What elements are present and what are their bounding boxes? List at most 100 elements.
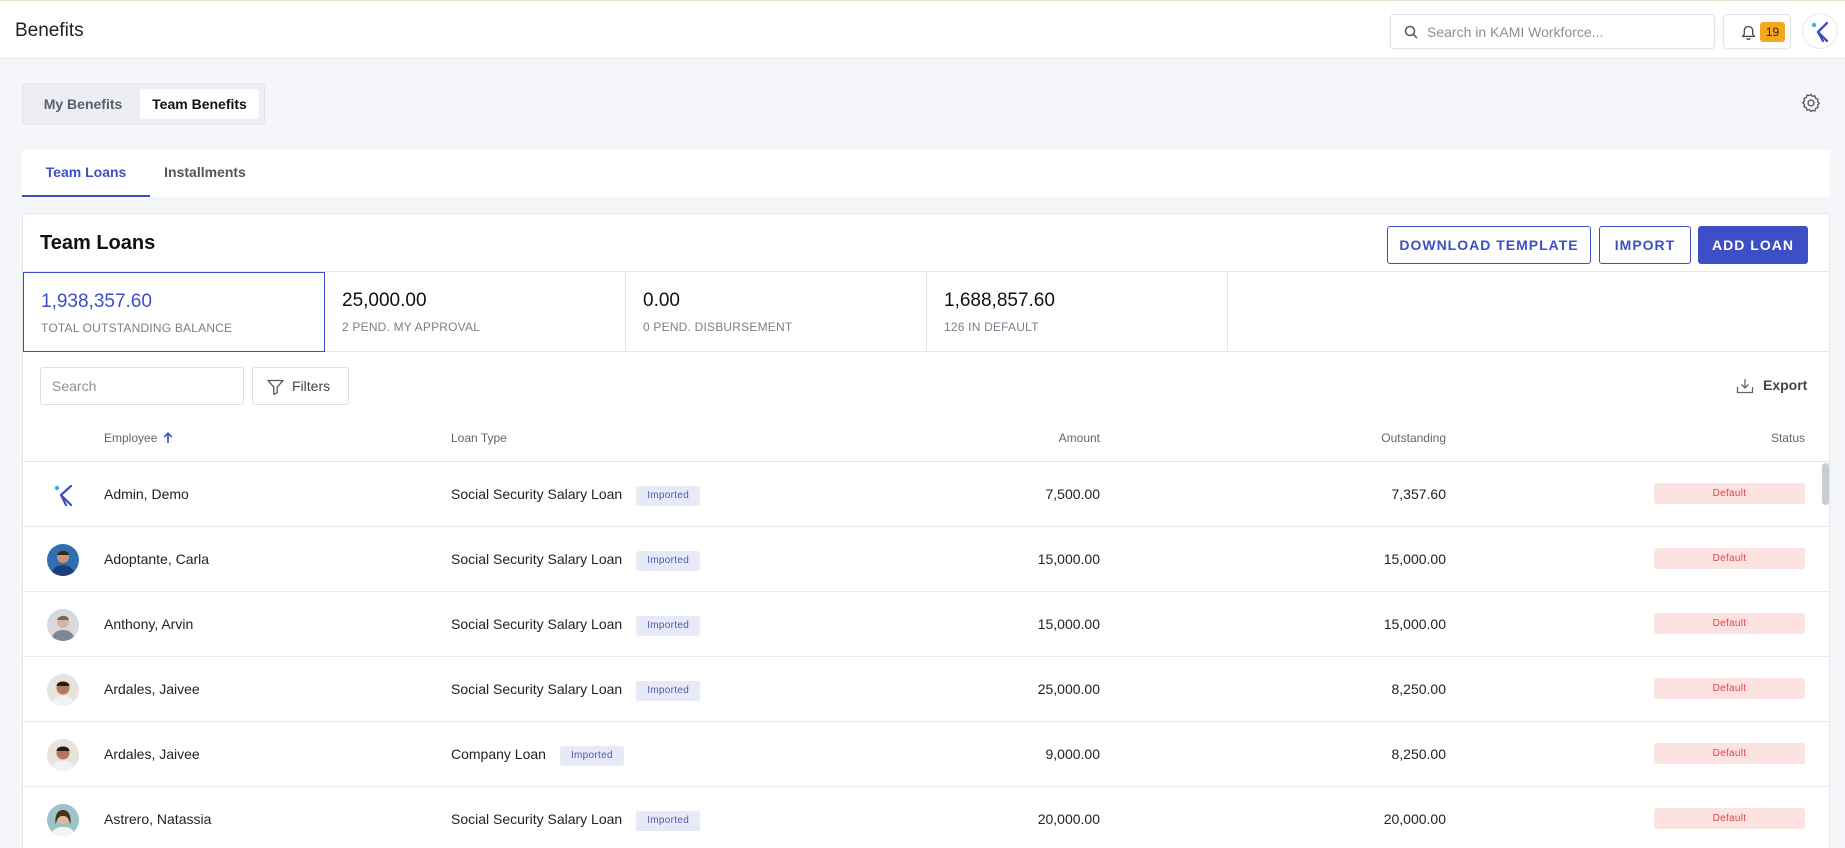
imported-tag: Imported bbox=[636, 681, 701, 701]
amount: 7,500.00 bbox=[1045, 486, 1101, 502]
amount: 25,000.00 bbox=[1037, 681, 1100, 697]
column-employee[interactable]: Employee bbox=[104, 431, 173, 445]
outstanding: 8,250.00 bbox=[1391, 681, 1447, 697]
stat-total-outstanding[interactable]: 1,938,357.60 TOTAL OUTSTANDING BALANCE bbox=[23, 272, 325, 352]
user-photo-icon bbox=[47, 544, 79, 576]
avatar bbox=[47, 479, 79, 511]
settings-button[interactable] bbox=[1800, 92, 1822, 119]
loan-type-cell: Social Security Salary Loan Imported bbox=[451, 551, 701, 571]
tab-team-loans[interactable]: Team Loans bbox=[22, 150, 150, 197]
top-bar: Benefits 19 bbox=[0, 0, 1845, 59]
filter-icon bbox=[267, 379, 284, 395]
stat-label: 0 PEND. DISBURSEMENT bbox=[643, 320, 793, 334]
imported-tag: Imported bbox=[636, 811, 701, 831]
loan-type: Social Security Salary Loan bbox=[451, 616, 623, 632]
employee-name: Anthony, Arvin bbox=[104, 616, 194, 632]
loan-type: Social Security Salary Loan bbox=[451, 551, 623, 567]
notification-count-badge: 19 bbox=[1760, 22, 1785, 42]
download-template-button[interactable]: DOWNLOAD TEMPLATE bbox=[1387, 226, 1591, 264]
user-photo-icon bbox=[47, 609, 79, 641]
table-search[interactable] bbox=[40, 367, 244, 405]
loan-type: Social Security Salary Loan bbox=[451, 681, 623, 697]
kami-logo-icon bbox=[47, 479, 79, 511]
user-photo-icon bbox=[47, 739, 79, 771]
loan-type: Social Security Salary Loan bbox=[451, 486, 623, 502]
avatar bbox=[47, 674, 79, 706]
user-menu-logo[interactable] bbox=[1802, 13, 1838, 49]
amount: 15,000.00 bbox=[1037, 616, 1100, 632]
employee-name: Ardales, Jaivee bbox=[104, 746, 200, 762]
stat-pending-approval[interactable]: 25,000.00 2 PEND. MY APPROVAL bbox=[325, 272, 626, 352]
stat-value: 25,000.00 bbox=[342, 290, 427, 311]
page-title: Benefits bbox=[15, 20, 84, 41]
avatar bbox=[47, 739, 79, 771]
user-photo-icon bbox=[47, 674, 79, 706]
my-benefits-button[interactable]: My Benefits bbox=[33, 89, 133, 119]
loan-type-cell: Company Loan Imported bbox=[451, 746, 624, 766]
column-amount[interactable]: Amount bbox=[1059, 431, 1100, 445]
tab-installments[interactable]: Installments bbox=[150, 150, 260, 197]
table-row[interactable]: Adoptante, Carla Social Security Salary … bbox=[23, 527, 1829, 592]
loans-tabs: Team Loans Installments bbox=[22, 150, 1830, 197]
status-badge: Default bbox=[1654, 743, 1805, 764]
status-badge: Default bbox=[1654, 613, 1805, 634]
outstanding: 20,000.00 bbox=[1383, 811, 1446, 827]
table-row[interactable]: Ardales, Jaivee Social Security Salary L… bbox=[23, 657, 1829, 722]
stat-value: 1,938,357.60 bbox=[41, 291, 152, 312]
kami-logo-icon bbox=[1811, 21, 1829, 43]
team-benefits-button[interactable]: Team Benefits bbox=[140, 89, 259, 119]
amount: 9,000.00 bbox=[1045, 746, 1101, 762]
summary-stats: 1,938,357.60 TOTAL OUTSTANDING BALANCE 2… bbox=[23, 271, 1829, 352]
search-icon bbox=[1404, 25, 1418, 39]
status-badge: Default bbox=[1654, 678, 1805, 699]
card-title: Team Loans bbox=[40, 232, 156, 254]
outstanding: 15,000.00 bbox=[1383, 551, 1446, 567]
table-row[interactable]: Ardales, Jaivee Company Loan Imported 9,0… bbox=[23, 722, 1829, 787]
loan-type-cell: Social Security Salary Loan Imported bbox=[451, 811, 701, 831]
filters-button[interactable]: Filters bbox=[252, 367, 349, 405]
amount: 15,000.00 bbox=[1037, 551, 1100, 567]
loan-type-cell: Social Security Salary Loan Imported bbox=[451, 681, 701, 701]
gear-icon bbox=[1802, 93, 1820, 113]
avatar bbox=[47, 804, 79, 836]
export-button[interactable]: Export bbox=[1736, 374, 1816, 398]
import-button[interactable]: IMPORT bbox=[1599, 226, 1691, 264]
table-search-input[interactable] bbox=[41, 368, 243, 404]
stat-pending-disbursement[interactable]: 0.00 0 PEND. DISBURSEMENT bbox=[626, 272, 927, 352]
column-loan-type[interactable]: Loan Type bbox=[451, 431, 507, 445]
stat-label: TOTAL OUTSTANDING BALANCE bbox=[41, 321, 233, 335]
table-scrollbar[interactable] bbox=[1822, 463, 1829, 505]
column-outstanding[interactable]: Outstanding bbox=[1381, 431, 1446, 445]
download-icon bbox=[1736, 379, 1754, 394]
amount: 20,000.00 bbox=[1037, 811, 1100, 827]
add-loan-button[interactable]: ADD LOAN bbox=[1698, 226, 1808, 264]
column-employee-label: Employee bbox=[104, 431, 158, 445]
employee-name: Astrero, Natassia bbox=[104, 811, 212, 827]
stat-in-default[interactable]: 1,688,857.60 126 IN DEFAULT bbox=[927, 272, 1228, 352]
table-row[interactable]: Anthony, Arvin Social Security Salary Lo… bbox=[23, 592, 1829, 657]
table-row[interactable]: Admin, Demo Social Security Salary Loan I… bbox=[23, 462, 1829, 527]
user-photo-icon bbox=[47, 804, 79, 836]
column-status[interactable]: Status bbox=[1771, 431, 1805, 445]
notifications-button[interactable]: 19 bbox=[1723, 14, 1791, 49]
table-header: Employee Loan Type Amount Outstanding St… bbox=[23, 416, 1829, 462]
global-search[interactable] bbox=[1390, 14, 1715, 49]
status-badge: Default bbox=[1654, 548, 1805, 569]
bell-icon bbox=[1741, 25, 1756, 41]
imported-tag: Imported bbox=[636, 616, 701, 636]
sort-ascending-icon bbox=[164, 432, 173, 443]
stat-value: 1,688,857.60 bbox=[944, 290, 1055, 311]
avatar bbox=[47, 609, 79, 641]
imported-tag: Imported bbox=[636, 486, 701, 506]
outstanding: 15,000.00 bbox=[1383, 616, 1446, 632]
employee-name: Ardales, Jaivee bbox=[104, 681, 200, 697]
stat-value: 0.00 bbox=[643, 290, 680, 311]
employee-name: Admin, Demo bbox=[104, 486, 189, 502]
imported-tag: Imported bbox=[559, 746, 624, 766]
global-search-input[interactable] bbox=[1427, 16, 1707, 47]
loan-type-cell: Social Security Salary Loan Imported bbox=[451, 486, 701, 506]
benefits-toggle: My Benefits Team Benefits bbox=[22, 83, 265, 125]
table-row[interactable]: Astrero, Natassia Social Security Salary… bbox=[23, 787, 1829, 848]
avatar bbox=[47, 544, 79, 576]
loan-type-cell: Social Security Salary Loan Imported bbox=[451, 616, 701, 636]
